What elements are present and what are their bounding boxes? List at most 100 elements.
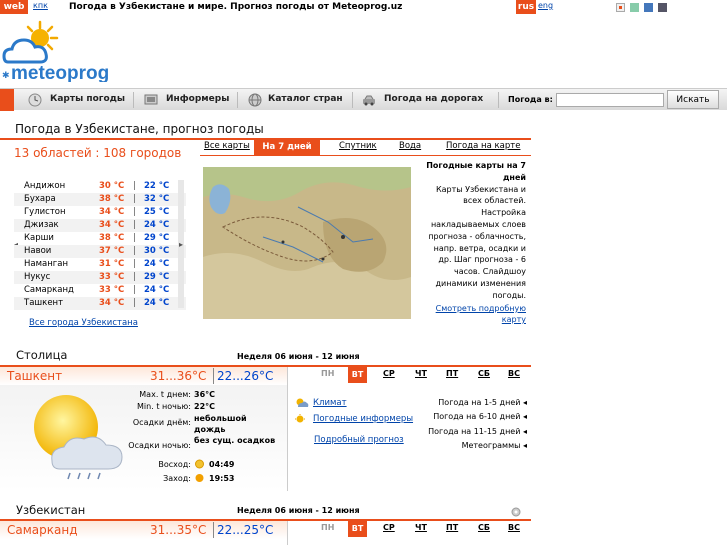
map-tabs: Все карты На 7 дней Спутник Вода Погода … <box>200 140 530 155</box>
sunrise-label: Восход: <box>158 460 191 469</box>
search-button[interactable]: Искать <box>667 90 719 109</box>
city-name[interactable]: Джизак <box>24 219 59 232</box>
day-tab-fri[interactable]: ПТ <box>446 523 458 532</box>
tab-all-maps[interactable]: Все карты <box>204 141 250 151</box>
climate-icon <box>296 398 309 407</box>
day-tab-fri[interactable]: ПТ <box>446 369 458 378</box>
climate-link[interactable]: Климат <box>313 398 347 408</box>
site-tagline: Погода в Узбекистане и мире. Прогноз пог… <box>69 2 403 12</box>
city-name[interactable]: Гулистон <box>24 206 66 219</box>
capital-week-label: Неделя 06 июня - 12 июня <box>237 352 360 361</box>
city-row[interactable]: Навои 37 °C | 30 °C <box>14 245 186 258</box>
city-day-temp: 33 °C <box>99 272 125 282</box>
city-day-temp: 38 °C <box>99 233 125 243</box>
theme-blue-swatch[interactable] <box>644 3 653 12</box>
country-city-name[interactable]: Самарканд <box>7 523 78 537</box>
detailed-map-link[interactable]: Смотреть подробную карту <box>418 303 526 325</box>
temp-separator: | <box>133 246 136 256</box>
forecast-11-15-label[interactable]: Погода на 11-15 дней <box>428 427 520 436</box>
city-night-temp: 24 °C <box>144 259 170 269</box>
day-tab-sun[interactable]: ВС <box>508 369 520 378</box>
city-day-temp: 31 °C <box>99 259 125 269</box>
city-day-temp: 33 °C <box>99 285 125 295</box>
city-row[interactable]: Нукус 33 °C | 29 °C <box>14 271 186 284</box>
city-row[interactable]: Бухара 38 °C | 32 °C <box>14 193 186 206</box>
lang-rus-button[interactable]: rus <box>516 0 536 14</box>
meteograms-link[interactable]: Метеограммы ◂ <box>397 441 527 450</box>
theme-light-swatch[interactable] <box>616 3 625 12</box>
nav-weather-maps[interactable]: Карты погоды <box>50 89 125 111</box>
city-row[interactable]: Самарканд 33 °C | 24 °C <box>14 284 186 297</box>
city-row[interactable]: Карши 38 °C | 29 °C <box>14 232 186 245</box>
city-row[interactable]: Наманган 31 °C | 24 °C <box>14 258 186 271</box>
city-row[interactable]: Андижон 30 °C | 22 °C <box>14 180 186 193</box>
sunrise-value: 04:49 <box>209 460 235 469</box>
forecast-6-10-link[interactable]: Погода на 6-10 дней ◂ <box>397 412 527 421</box>
min-temp-label: Min. t ночью: <box>137 402 191 411</box>
theme-green-swatch[interactable] <box>630 3 639 12</box>
sunset-label: Заход: <box>163 474 191 483</box>
lang-web-button[interactable]: web <box>0 0 28 14</box>
capital-section-title: Столица <box>16 348 68 362</box>
scroll-right-arrow-icon[interactable]: ▸ <box>179 240 183 249</box>
svg-text:✱: ✱ <box>2 71 10 81</box>
forecast-1-5-label[interactable]: Погода на 1-5 дней <box>438 398 520 407</box>
capital-weather-panel: Max. t днем: 36°C Min. t ночью: 22°C Оса… <box>0 385 287 491</box>
day-tab-thu[interactable]: ЧТ <box>415 523 427 532</box>
nav-road-weather[interactable]: Погода на дорогах <box>384 89 483 111</box>
city-name[interactable]: Наманган <box>24 258 68 271</box>
city-row[interactable]: Джизак 34 °C | 24 °C <box>14 219 186 232</box>
city-name[interactable]: Самарканд <box>24 284 74 297</box>
nav-informers[interactable]: Информеры <box>166 89 229 111</box>
uzbekistan-map-image[interactable] <box>203 167 411 319</box>
lang-kpk-link[interactable]: кпк <box>33 1 48 10</box>
country-week-label: Неделя 06 июня - 12 июня <box>237 506 360 515</box>
nav-country-catalog[interactable]: Каталог стран <box>268 89 343 111</box>
forecast-1-5-link[interactable]: Погода на 1-5 дней ◂ <box>397 398 527 407</box>
theme-dark-swatch[interactable] <box>658 3 667 12</box>
day-tab-thu[interactable]: ЧТ <box>415 369 427 378</box>
city-search-input[interactable] <box>556 93 664 107</box>
all-cities-link[interactable]: Все города Узбекистана <box>29 318 138 328</box>
tab-water[interactable]: Вода <box>399 141 421 151</box>
temp-separator: | <box>133 259 136 269</box>
country-day-tabs: ПН ВТ СР ЧТ ПТ СБ ВС <box>288 521 531 537</box>
capital-city-name[interactable]: Ташкент <box>7 369 62 383</box>
city-night-temp: 24 °C <box>144 220 170 230</box>
city-name[interactable]: Андижон <box>24 180 65 193</box>
day-tab-tue[interactable]: ВТ <box>348 367 367 383</box>
city-day-temp: 34 °C <box>99 220 125 230</box>
city-row[interactable]: Ташкент 34 °C | 24 °C <box>14 297 186 310</box>
city-day-temp: 34 °C <box>99 298 125 308</box>
tab-satellite[interactable]: Спутник <box>339 141 377 151</box>
forecast-6-10-label[interactable]: Погода на 6-10 дней <box>433 412 520 421</box>
city-row[interactable]: Гулистон 34 °C | 25 °C <box>14 206 186 219</box>
tab-weather-on-map[interactable]: Погода на карте <box>446 141 520 151</box>
city-name[interactable]: Бухара <box>24 193 56 206</box>
day-tab-wed[interactable]: СР <box>383 523 395 532</box>
day-tab-mon[interactable]: ПН <box>321 369 334 378</box>
day-tab-sat[interactable]: СБ <box>478 523 490 532</box>
meteoprog-logo[interactable]: ✱ meteoprog <box>0 16 120 84</box>
lang-eng-link[interactable]: eng <box>538 1 553 10</box>
detailed-forecast-link[interactable]: Подробный прогноз <box>314 435 404 445</box>
clock-icon <box>28 93 42 107</box>
city-name[interactable]: Навои <box>24 245 51 258</box>
forecast-11-15-link[interactable]: Погода на 11-15 дней ◂ <box>397 427 527 436</box>
day-tab-wed[interactable]: СР <box>383 369 395 378</box>
settings-icon[interactable] <box>511 507 521 517</box>
city-name[interactable]: Ташкент <box>24 297 63 310</box>
city-night-temp: 24 °C <box>144 298 170 308</box>
day-tab-sun[interactable]: ВС <box>508 523 520 532</box>
meteograms-label[interactable]: Метеограммы <box>462 441 521 450</box>
city-name[interactable]: Нукус <box>24 271 50 284</box>
day-tab-tue[interactable]: ВТ <box>348 521 367 537</box>
day-tab-sat[interactable]: СБ <box>478 369 490 378</box>
tab-7-days[interactable]: На 7 дней <box>254 140 320 155</box>
city-night-temp: 22 °C <box>144 181 170 191</box>
capital-vertical-divider <box>287 367 288 491</box>
car-icon <box>363 95 375 106</box>
nav-accent <box>0 89 14 111</box>
day-tab-mon[interactable]: ПН <box>321 523 334 532</box>
city-name[interactable]: Карши <box>24 232 54 245</box>
